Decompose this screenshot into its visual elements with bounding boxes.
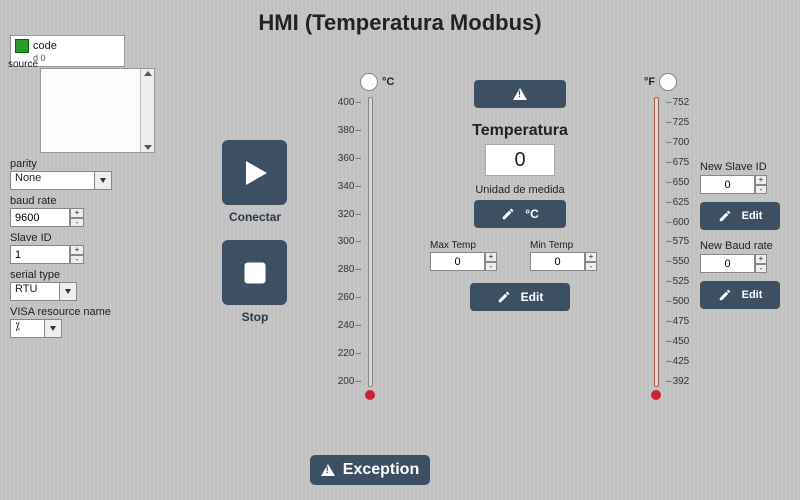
chevron-down-icon[interactable] bbox=[60, 282, 77, 301]
new-baud-input[interactable]: +- bbox=[700, 254, 785, 273]
increment-button[interactable]: + bbox=[70, 245, 84, 255]
decrement-button[interactable]: - bbox=[70, 255, 84, 265]
stop-label: Stop bbox=[210, 310, 300, 324]
bulb-bottom-icon bbox=[365, 390, 375, 400]
source-label: source bbox=[8, 59, 38, 70]
edit-slave-button[interactable]: Edit bbox=[700, 202, 780, 230]
max-temp-input[interactable]: +- bbox=[430, 252, 510, 271]
right-panel: New Slave ID +- Edit New Baud rate +- Ed… bbox=[700, 155, 785, 319]
slave-input[interactable] bbox=[10, 245, 70, 264]
temperature-display: 0 bbox=[485, 144, 555, 176]
increment-button[interactable]: + bbox=[70, 208, 84, 218]
slave-label: Slave ID bbox=[10, 232, 185, 244]
play-icon bbox=[237, 155, 273, 191]
celsius-track[interactable] bbox=[368, 97, 373, 387]
warning-icon bbox=[321, 464, 335, 476]
unit-label: Unidad de medida bbox=[420, 184, 620, 196]
edit-temp-button[interactable]: Edit bbox=[470, 283, 570, 311]
pencil-icon bbox=[501, 207, 515, 221]
bulb-icon bbox=[360, 73, 378, 91]
status-led bbox=[15, 39, 29, 53]
max-temp-label: Max Temp bbox=[430, 240, 510, 251]
new-slave-label: New Slave ID bbox=[700, 161, 785, 173]
baud-input[interactable] bbox=[10, 208, 70, 227]
visa-label: VISA resource name bbox=[10, 306, 185, 318]
baud-stepper[interactable]: +- bbox=[10, 208, 185, 227]
serial-label: serial type bbox=[10, 269, 185, 281]
baud-label: baud rate bbox=[10, 195, 185, 207]
code-label: code bbox=[33, 40, 57, 52]
new-slave-input[interactable]: +- bbox=[700, 175, 785, 194]
new-baud-label: New Baud rate bbox=[700, 240, 785, 252]
code-sub: d 0 bbox=[33, 53, 120, 63]
fahrenheit-ticks: 7527257006756506256005755505255004754504… bbox=[666, 97, 701, 387]
edit-baud-button[interactable]: Edit bbox=[700, 281, 780, 309]
warning-button[interactable] bbox=[474, 80, 566, 108]
chevron-down-icon[interactable] bbox=[95, 171, 112, 190]
stop-icon bbox=[237, 255, 273, 291]
parity-label: parity bbox=[10, 158, 185, 170]
warning-icon bbox=[513, 88, 527, 100]
bulb-bottom-icon bbox=[651, 390, 661, 400]
celsius-ticks: 400380360340320300280260240220200 bbox=[330, 97, 362, 387]
config-panel: code d 0 source parity None baud rate +-… bbox=[10, 35, 185, 338]
scrollbar[interactable] bbox=[140, 69, 154, 152]
parity-select[interactable]: None bbox=[10, 171, 185, 190]
pencil-icon bbox=[718, 288, 732, 302]
unit-button[interactable]: °C bbox=[474, 200, 566, 228]
conectar-label: Conectar bbox=[210, 210, 300, 224]
visa-select[interactable]: ⁒ bbox=[10, 319, 65, 338]
pencil-icon bbox=[718, 209, 732, 223]
min-temp-input[interactable]: +- bbox=[530, 252, 610, 271]
source-listbox[interactable] bbox=[40, 68, 155, 153]
stop-button[interactable] bbox=[222, 240, 287, 305]
serial-select[interactable]: RTU bbox=[10, 282, 78, 301]
bulb-icon bbox=[659, 73, 677, 91]
chevron-down-icon[interactable] bbox=[45, 319, 62, 338]
slave-stepper[interactable]: +- bbox=[10, 245, 185, 264]
temperature-label: Temperatura bbox=[420, 122, 620, 140]
center-panel: Temperatura 0 Unidad de medida °C Max Te… bbox=[420, 80, 620, 311]
conectar-button[interactable] bbox=[222, 140, 287, 205]
exception-button[interactable]: Exception bbox=[310, 455, 430, 485]
fahrenheit-track[interactable] bbox=[654, 97, 659, 387]
page-title: HMI (Temperatura Modbus) bbox=[0, 10, 800, 36]
pencil-icon bbox=[497, 290, 511, 304]
decrement-button[interactable]: - bbox=[70, 218, 84, 228]
min-temp-label: Min Temp bbox=[530, 240, 610, 251]
